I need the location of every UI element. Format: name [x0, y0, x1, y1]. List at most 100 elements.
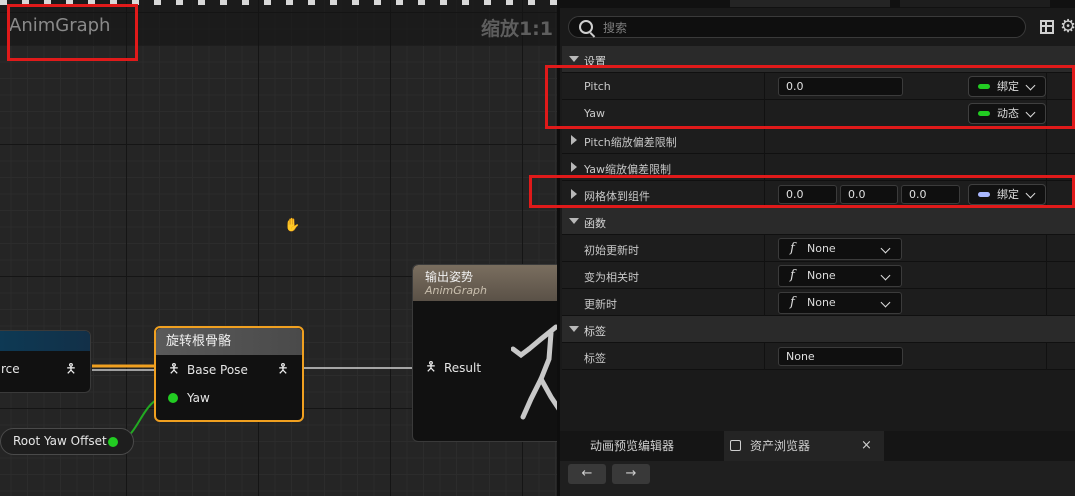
column-divider[interactable]	[764, 181, 765, 208]
property-row-mesh-to-component[interactable]: 网格体到组件 0.0 0.0 0.0 绑定	[562, 181, 1075, 208]
tag-value-field[interactable]: None	[778, 347, 903, 366]
yaw-label: Yaw	[584, 107, 605, 120]
output-node-title: 输出姿势	[425, 270, 474, 284]
expand-arrow-icon[interactable]	[571, 189, 577, 199]
column-divider-right	[1046, 100, 1047, 127]
column-divider-right	[1046, 289, 1047, 316]
base-pose-pin-icon[interactable]: 🯅	[168, 363, 180, 377]
expand-arrow-icon[interactable]	[571, 135, 577, 145]
column-divider[interactable]	[764, 235, 765, 262]
binding-green-dot-icon	[978, 84, 990, 89]
gear-icon[interactable]: ⚙	[1060, 17, 1075, 37]
column-divider[interactable]	[764, 127, 765, 154]
source-pose-node[interactable]: rce 🯅	[0, 330, 91, 393]
category-settings[interactable]: 设置	[562, 46, 1075, 73]
function-icon: f	[790, 241, 795, 256]
source-node-pin: rce	[1, 362, 20, 376]
yaw-pin-row[interactable]: Yaw	[168, 391, 210, 405]
initial-update-value: None	[807, 242, 836, 255]
chevron-down-icon	[880, 270, 891, 281]
top-tab-fragment-2[interactable]	[900, 0, 1050, 7]
property-row-yaw: Yaw 动态	[562, 100, 1075, 127]
root-yaw-offset-pin-icon[interactable]	[108, 437, 118, 447]
back-button[interactable]: ←	[568, 464, 606, 484]
collapse-arrow-icon[interactable]	[569, 56, 579, 62]
yaw-pin-label: Yaw	[187, 391, 210, 405]
on-update-function-dropdown[interactable]: f None	[778, 292, 902, 314]
mesh-y-field[interactable]: 0.0	[840, 185, 898, 204]
become-relevant-label: 变为相关时	[584, 271, 639, 284]
column-divider[interactable]	[764, 100, 765, 127]
property-row-pitch-scale-bias[interactable]: Pitch缩放偏差限制	[562, 127, 1075, 154]
chevron-down-icon	[1025, 107, 1036, 118]
root-yaw-offset-node[interactable]: Root Yaw Offset	[0, 428, 134, 455]
tab-anim-preview-editor[interactable]: 动画预览编辑器	[590, 431, 674, 461]
result-pin-icon[interactable]: 🯅	[425, 361, 437, 375]
chevron-down-icon	[1025, 80, 1036, 91]
category-functions-label: 函数	[584, 217, 606, 230]
pitch-label: Pitch	[584, 80, 611, 93]
pitch-scale-bias-label: Pitch缩放偏差限制	[584, 136, 677, 149]
binding-green-dot-icon	[978, 111, 990, 116]
details-search-box[interactable]	[568, 16, 1026, 38]
column-divider-right	[1046, 127, 1047, 154]
initial-update-function-dropdown[interactable]: f None	[778, 238, 902, 260]
result-pin-row[interactable]: 🯅 Result	[425, 361, 481, 376]
asset-browser-icon	[730, 440, 741, 451]
column-divider[interactable]	[764, 343, 765, 370]
column-divider[interactable]	[764, 73, 765, 100]
root-yaw-offset-label: Root Yaw Offset	[13, 434, 107, 448]
property-row-yaw-scale-bias[interactable]: Yaw缩放偏差限制	[562, 154, 1075, 181]
become-relevant-value: None	[807, 269, 836, 282]
function-icon: f	[790, 295, 795, 310]
pitch-binding-dropdown[interactable]: 绑定	[968, 76, 1046, 97]
become-relevant-function-dropdown[interactable]: f None	[778, 265, 902, 287]
property-row-pitch: Pitch 0.0 绑定	[562, 73, 1075, 100]
output-pose-pin-icon[interactable]: 🯅	[277, 363, 289, 377]
rotate-root-bone-node[interactable]: 旋转根骨骼 🯅 Base Pose 🯅 Yaw	[154, 326, 304, 422]
property-row-initial-update: 初始更新时 f None	[562, 235, 1075, 262]
collapse-arrow-icon[interactable]	[569, 326, 579, 332]
pose-pin-icon[interactable]: 🯅	[65, 363, 77, 377]
mesh-binding-dropdown[interactable]: 绑定	[968, 184, 1046, 205]
column-divider-right	[1046, 73, 1047, 100]
expand-arrow-icon[interactable]	[571, 162, 577, 172]
anim-graph-canvas[interactable]: AnimGraph 缩放1:1 rce 🯅 旋转根骨骼 🯅 Base Pose …	[0, 0, 557, 496]
column-divider-right	[1046, 181, 1047, 208]
top-tab-fragment[interactable]	[730, 0, 890, 7]
collapse-arrow-icon[interactable]	[569, 218, 579, 224]
category-settings-label: 设置	[584, 55, 606, 68]
output-pose-node[interactable]: 输出姿势 AnimGraph 🯅 Result	[412, 264, 557, 442]
forward-button[interactable]: →	[612, 464, 650, 484]
skeleton-preview-icon	[511, 324, 557, 420]
close-icon[interactable]: ×	[861, 431, 872, 461]
details-search-input[interactable]	[601, 19, 1005, 37]
column-divider-right	[1046, 154, 1047, 181]
category-tags[interactable]: 标签	[562, 316, 1075, 343]
column-divider[interactable]	[764, 289, 765, 316]
column-divider[interactable]	[764, 262, 765, 289]
base-pose-pin-row[interactable]: 🯅 Base Pose	[168, 363, 248, 378]
property-row-tag: 标签 None	[562, 343, 1075, 370]
table-view-icon[interactable]	[1040, 20, 1054, 34]
initial-update-label: 初始更新时	[584, 244, 639, 257]
yaw-binding-dropdown[interactable]: 动态	[968, 103, 1046, 124]
bottom-tab-bar: 动画预览编辑器 资产浏览器 ×	[560, 431, 1075, 461]
category-functions[interactable]: 函数	[562, 208, 1075, 235]
mesh-to-component-label: 网格体到组件	[584, 190, 650, 203]
column-divider[interactable]	[764, 154, 765, 181]
base-pose-label: Base Pose	[187, 363, 248, 377]
rotate-node-title: 旋转根骨骼	[156, 328, 302, 355]
output-node-header: 输出姿势 AnimGraph	[413, 265, 557, 301]
tab-asset-browser[interactable]: 资产浏览器 ×	[724, 431, 884, 461]
mesh-x-field[interactable]: 0.0	[778, 185, 837, 204]
chevron-down-icon	[880, 243, 891, 254]
mesh-z-field[interactable]: 0.0	[901, 185, 960, 204]
source-pin-label: rce	[1, 362, 20, 376]
asset-browser-toolbar: ← →	[560, 461, 1075, 496]
yaw-scale-bias-label: Yaw缩放偏差限制	[584, 163, 671, 176]
pitch-value-field[interactable]: 0.0	[778, 77, 903, 96]
search-icon	[579, 20, 593, 34]
yaw-pin-icon[interactable]	[168, 393, 178, 403]
details-panel: ⚙ 设置 Pitch 0.0 绑定 Yaw 动态 Pitch缩放偏差限制	[557, 0, 1075, 496]
